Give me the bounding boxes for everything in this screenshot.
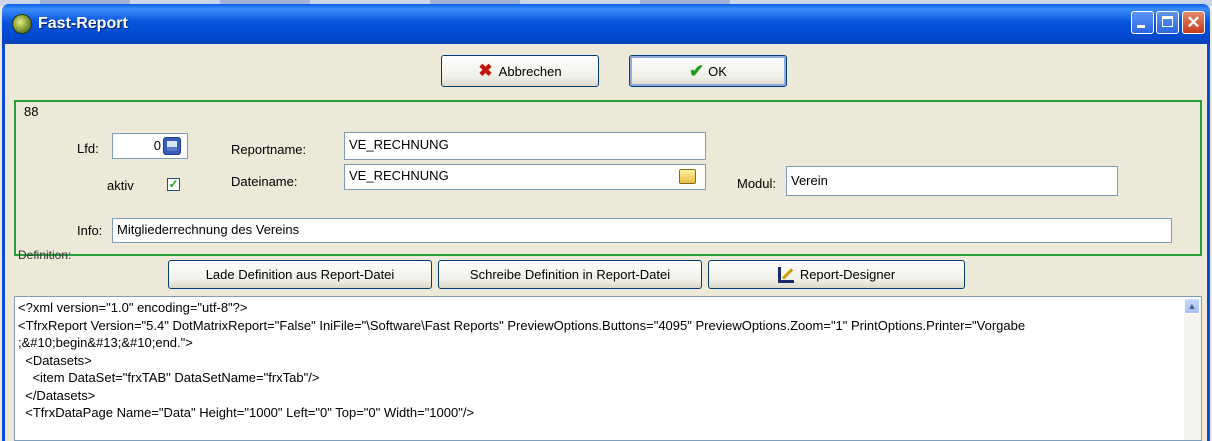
window-title: Fast-Report	[38, 15, 128, 32]
memo-line: <?xml version="1.0" encoding="utf-8"?>	[18, 300, 248, 315]
record-id: 88	[24, 104, 39, 119]
ok-button-label: OK	[708, 63, 727, 79]
aktiv-checkbox[interactable]: ✓	[167, 178, 180, 191]
calculator-icon[interactable]	[163, 137, 181, 155]
designer-icon	[777, 266, 794, 283]
memo-line: </Datasets>	[18, 387, 96, 403]
definition-text[interactable]: <?xml version="1.0" encoding="utf-8"?> <…	[18, 299, 1178, 422]
red-x-icon: ✖	[478, 61, 493, 80]
minimize-button[interactable]	[1131, 11, 1154, 34]
maximize-icon	[1162, 16, 1173, 27]
green-check-icon: ✔	[689, 60, 705, 81]
ok-button[interactable]: ✔ OK	[629, 55, 787, 87]
cancel-button-label: Abbrechen	[498, 63, 562, 79]
memo-line: <TfrxDataPage Name="Data" Height="1000" …	[18, 405, 475, 420]
lfd-label: Lfd:	[77, 141, 99, 156]
info-field[interactable]: Mitgliederrechnung des Vereins	[112, 218, 1172, 243]
dateiname-label: Dateiname:	[231, 174, 298, 189]
load-definition-button[interactable]: Lade Definition aus Report-Datei	[168, 260, 432, 289]
app-icon[interactable]	[12, 14, 32, 34]
memo-line: ;&#10;begin&#13;&#10;end.">	[18, 335, 193, 350]
report-designer-button[interactable]: Report-Designer	[708, 260, 965, 289]
memo-line: <item DataSet="frxTAB" DataSetName="frxT…	[18, 370, 320, 385]
reportname-label: Reportname:	[231, 142, 307, 157]
close-icon: ✕	[1186, 13, 1201, 32]
cancel-button[interactable]: ✖ Abbrechen	[441, 55, 599, 87]
memo-line: <TfrxReport Version="5.4" DotMatrixRepor…	[18, 317, 1026, 333]
close-button[interactable]: ✕	[1182, 11, 1205, 34]
vertical-scrollbar[interactable]: ▲	[1184, 297, 1201, 440]
modul-field[interactable]: Verein	[786, 166, 1118, 196]
memo-line: <Datasets>	[18, 352, 92, 368]
write-definition-button[interactable]: Schreibe Definition in Report-Datei	[438, 260, 702, 289]
definition-memo[interactable]: <?xml version="1.0" encoding="utf-8"?> <…	[14, 296, 1202, 441]
maximize-button[interactable]	[1156, 11, 1179, 34]
info-label: Info:	[77, 223, 103, 238]
minimize-icon	[1137, 25, 1145, 28]
aktiv-label: aktiv	[107, 178, 134, 193]
modul-label: Modul:	[737, 176, 777, 191]
definition-label: Definition:	[18, 248, 72, 262]
report-designer-label: Report-Designer	[799, 267, 896, 282]
reportname-field[interactable]: VE_RECHNUNG	[344, 132, 706, 160]
title-bar[interactable]: Fast-Report ✕	[2, 4, 1210, 44]
scroll-up-icon[interactable]: ▲	[1184, 298, 1200, 314]
dateiname-field[interactable]: VE_RECHNUNG	[344, 164, 706, 190]
open-folder-icon[interactable]	[679, 169, 696, 184]
